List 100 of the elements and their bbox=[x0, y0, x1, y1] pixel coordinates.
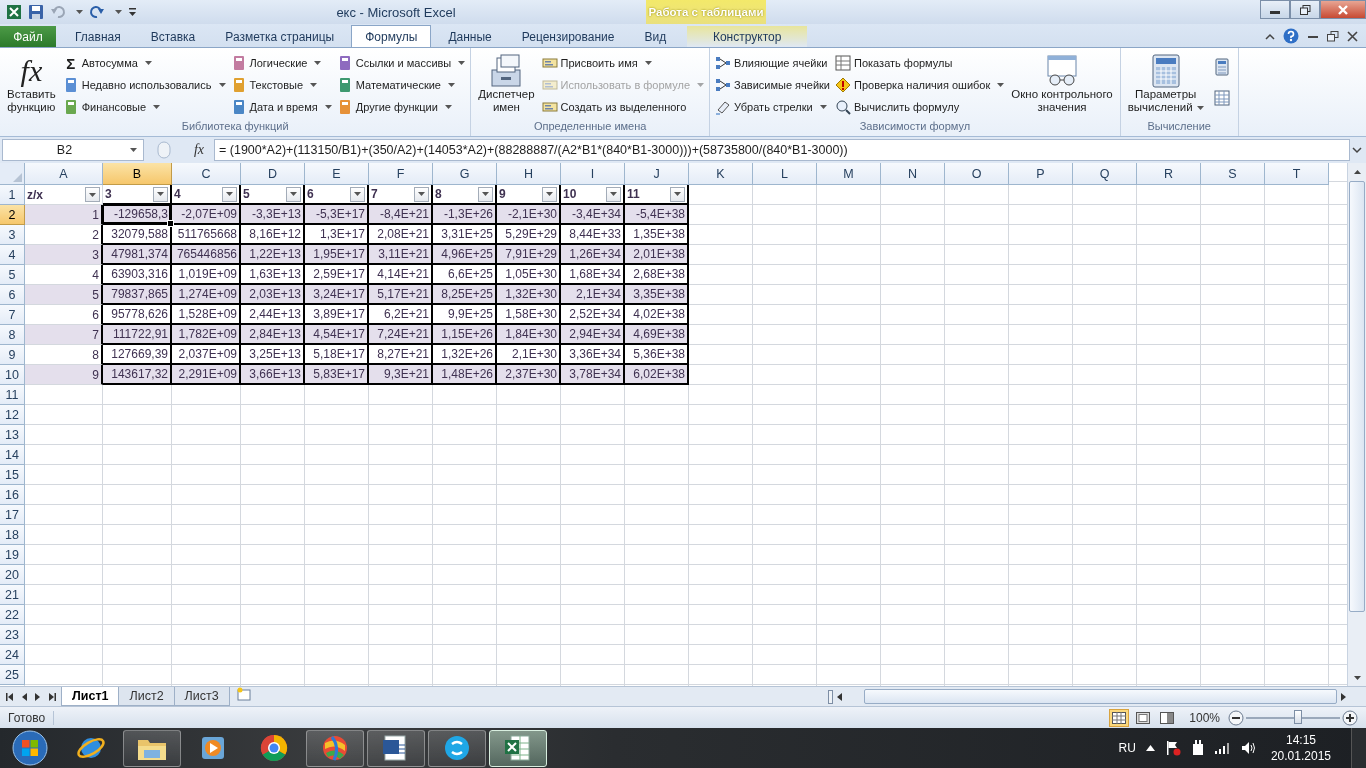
restore-button[interactable] bbox=[1290, 0, 1320, 19]
sheet-tab[interactable]: Лист2 bbox=[118, 687, 175, 706]
ribbon-button[interactable]: Убрать стрелки bbox=[714, 96, 831, 118]
filter-button[interactable] bbox=[606, 186, 621, 202]
ribbon-tab[interactable]: Данные bbox=[435, 26, 505, 47]
ribbon-button[interactable]: Дата и время bbox=[229, 96, 333, 118]
taskbar-button[interactable] bbox=[489, 729, 547, 767]
zoom-out-button[interactable] bbox=[1228, 709, 1244, 726]
row-header[interactable]: 13 bbox=[0, 425, 25, 445]
ribbon-tab[interactable]: Рецензирование bbox=[508, 26, 628, 47]
ribbon-button[interactable]: Σ Автосумма bbox=[61, 52, 227, 74]
ribbon-button[interactable]: Влияющие ячейки bbox=[714, 52, 831, 74]
filter-button[interactable] bbox=[85, 187, 100, 202]
ribbon-button[interactable]: Параметры вычислений bbox=[1124, 52, 1207, 120]
row-header[interactable]: 10 bbox=[0, 365, 25, 385]
minimize-button[interactable] bbox=[1260, 0, 1290, 19]
row-header[interactable]: 18 bbox=[0, 525, 25, 545]
formula-field[interactable]: = (1900*A2)+(113150/B1)+(350/A2)+(14053*A2)+(88288887/(A2*B1*(840*B1-3000)))+(58735800/(840*B1-3000)) bbox=[214, 139, 1350, 161]
column-header[interactable]: M bbox=[817, 163, 881, 185]
zoom-level[interactable]: 100% bbox=[1189, 710, 1220, 725]
close-button[interactable] bbox=[1320, 0, 1366, 19]
ribbon-button[interactable]: Математические bbox=[335, 74, 467, 96]
ribbon-tab[interactable]: Главная bbox=[62, 26, 134, 47]
column-header[interactable]: O bbox=[945, 163, 1009, 185]
column-header[interactable]: C bbox=[172, 163, 241, 185]
row-header[interactable]: 5 bbox=[0, 265, 25, 285]
column-header[interactable]: B bbox=[103, 163, 172, 185]
row-header[interactable]: 19 bbox=[0, 545, 25, 565]
column-header[interactable]: R bbox=[1137, 163, 1201, 185]
ribbon-button[interactable]: Ссылки и массивы bbox=[335, 52, 467, 74]
ribbon-button[interactable]: Присвоить имя bbox=[540, 52, 706, 74]
row-header[interactable]: 20 bbox=[0, 565, 25, 585]
view-button[interactable] bbox=[1109, 708, 1130, 727]
first-sheet-button[interactable] bbox=[4, 692, 16, 701]
column-header[interactable]: T bbox=[1265, 163, 1329, 185]
column-header[interactable]: F bbox=[369, 163, 433, 185]
row-header[interactable]: 1 bbox=[0, 185, 25, 205]
ribbon-tab[interactable]: Файл bbox=[0, 26, 56, 47]
scroll-left-button[interactable] bbox=[835, 692, 844, 701]
filter-button[interactable] bbox=[350, 186, 365, 202]
ribbon-button[interactable]: Логические bbox=[229, 52, 333, 74]
filter-button[interactable] bbox=[542, 186, 557, 202]
ribbon-button[interactable]: Диспетчер имен bbox=[475, 52, 538, 120]
ribbon-button[interactable]: Текстовые bbox=[229, 74, 333, 96]
zoom-slider[interactable] bbox=[1293, 709, 1302, 724]
ribbon-button[interactable]: Другие функции bbox=[335, 96, 467, 118]
column-header[interactable]: L bbox=[753, 163, 817, 185]
column-header[interactable]: J bbox=[625, 163, 689, 185]
row-header[interactable]: 9 bbox=[0, 345, 25, 365]
row-header[interactable]: 17 bbox=[0, 505, 25, 525]
filter-button[interactable] bbox=[153, 186, 168, 202]
row-header[interactable]: 12 bbox=[0, 405, 25, 425]
column-header[interactable]: Q bbox=[1073, 163, 1137, 185]
scroll-right-button[interactable] bbox=[1339, 692, 1348, 701]
ribbon-tab[interactable]: Разметка страницы bbox=[212, 26, 348, 47]
filter-button[interactable] bbox=[222, 186, 237, 202]
ribbon-button[interactable]: Создать из выделенного bbox=[540, 96, 706, 118]
sheet-tab[interactable]: Лист1 bbox=[61, 687, 120, 706]
row-header[interactable]: 2 bbox=[0, 205, 25, 225]
ribbon-button[interactable]: Зависимые ячейки bbox=[714, 74, 831, 96]
column-header[interactable]: N bbox=[881, 163, 945, 185]
ribbon-button[interactable]: Финансовые bbox=[61, 96, 227, 118]
column-header[interactable]: D bbox=[241, 163, 305, 185]
column-header[interactable]: A bbox=[25, 163, 103, 185]
column-header[interactable]: E bbox=[305, 163, 369, 185]
scroll-thumb[interactable] bbox=[1349, 181, 1365, 612]
row-header[interactable]: 14 bbox=[0, 445, 25, 465]
ribbon-button[interactable]: Показать формулы bbox=[834, 52, 1006, 74]
ribbon-button[interactable]: Вычислить формулу bbox=[834, 96, 1006, 118]
row-header[interactable]: 3 bbox=[0, 225, 25, 245]
language-indicator[interactable]: RU bbox=[1118, 741, 1136, 755]
filter-button[interactable] bbox=[670, 186, 685, 202]
filter-button[interactable] bbox=[478, 186, 493, 202]
row-header[interactable]: 21 bbox=[0, 585, 25, 605]
row-header[interactable]: 23 bbox=[0, 625, 25, 645]
ribbon-tab[interactable]: Вставка bbox=[137, 26, 209, 47]
row-header[interactable]: 8 bbox=[0, 325, 25, 345]
column-header[interactable]: I bbox=[561, 163, 625, 185]
row-header[interactable]: 4 bbox=[0, 245, 25, 265]
ribbon-button[interactable]: Недавно использовались bbox=[61, 74, 227, 96]
row-header[interactable]: 25 bbox=[0, 665, 25, 685]
row-header[interactable]: 22 bbox=[0, 605, 25, 625]
filter-button[interactable] bbox=[414, 186, 429, 202]
scroll-thumb[interactable] bbox=[864, 689, 1337, 704]
column-header[interactable]: P bbox=[1009, 163, 1073, 185]
name-box[interactable]: B2 bbox=[2, 139, 144, 161]
row-header[interactable]: 16 bbox=[0, 485, 25, 505]
ribbon-tab[interactable]: Формулы bbox=[351, 25, 432, 47]
ribbon-button[interactable]: Окно контрольного значения bbox=[1008, 52, 1116, 120]
filter-button[interactable] bbox=[286, 186, 301, 202]
insert-function-button[interactable]: fx bbox=[184, 141, 214, 159]
sheet-tab[interactable]: Лист3 bbox=[173, 687, 230, 706]
ribbon-tab[interactable]: Конструктор bbox=[687, 26, 808, 47]
row-header[interactable]: 6 bbox=[0, 285, 25, 305]
zoom-in-button[interactable] bbox=[1342, 709, 1358, 726]
row-header[interactable]: 15 bbox=[0, 465, 25, 485]
column-header[interactable]: G bbox=[433, 163, 497, 185]
ribbon-tab[interactable]: Вид bbox=[631, 26, 680, 47]
column-header[interactable]: S bbox=[1201, 163, 1265, 185]
ribbon-button[interactable]: fx Вставить функцию bbox=[4, 52, 59, 120]
